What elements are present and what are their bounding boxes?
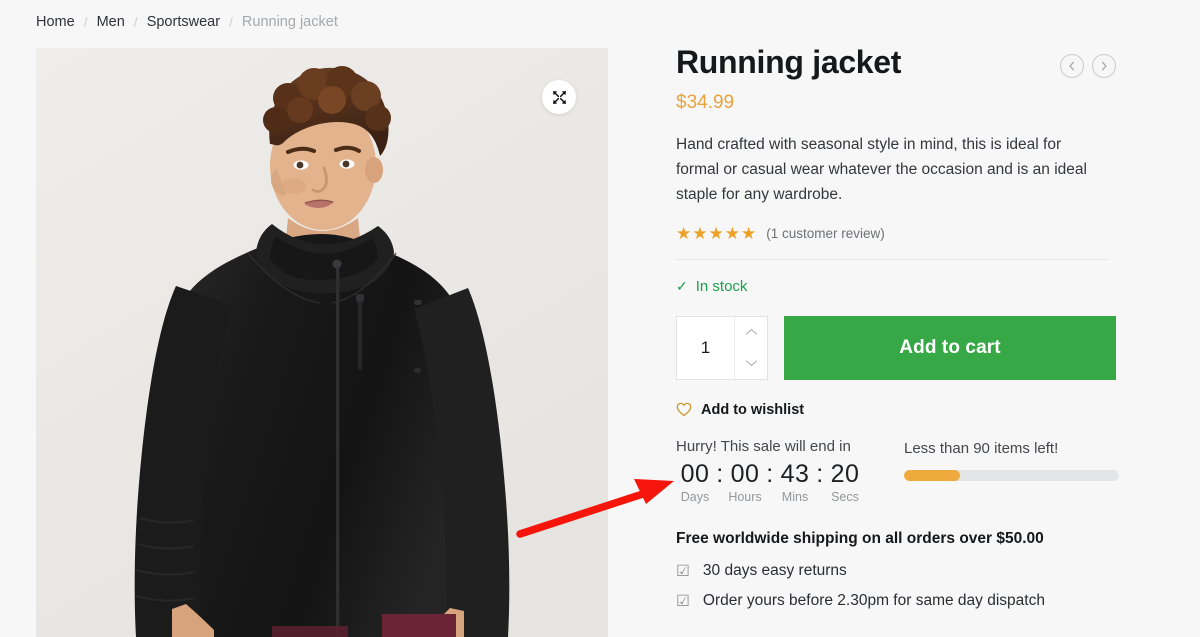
countdown-timer: Hurry! This sale will end in 00 : 00 : 4… bbox=[676, 438, 864, 504]
chevron-right-icon bbox=[1102, 61, 1107, 71]
check-icon: ✓ bbox=[676, 277, 688, 294]
items-left-label: Less than 90 items left! bbox=[904, 439, 1059, 457]
product-photo bbox=[36, 48, 608, 637]
stock-progress-fill bbox=[904, 469, 960, 481]
page-title: Running jacket bbox=[676, 44, 902, 80]
list-item: ☑ Order yours before 2.30pm for same day… bbox=[676, 592, 1116, 611]
checkbox-checked-icon: ☑ bbox=[676, 562, 690, 580]
product-details: Running jacket $34.99 Hand crafted with … bbox=[676, 44, 1119, 611]
add-to-wishlist-label: Add to wishlist bbox=[701, 401, 805, 418]
review-count-link[interactable]: (1 customer review) bbox=[766, 226, 885, 241]
countdown-colon: : bbox=[766, 459, 774, 488]
countdown-days-value: 00 bbox=[680, 459, 710, 488]
chevron-down-icon bbox=[745, 360, 757, 366]
add-to-cart-button[interactable]: Add to cart bbox=[784, 315, 1116, 380]
breadcrumb-separator: / bbox=[133, 14, 138, 30]
breadcrumb: Home / Men / Sportswear / Running jacket bbox=[36, 14, 338, 30]
purchase-row: 1 Add to cart bbox=[676, 315, 1116, 380]
items-left-block: Less than 90 items left! bbox=[904, 438, 1119, 481]
countdown-mins-value: 43 bbox=[780, 459, 810, 488]
rating-row: ★ ★ ★ ★ ★ (1 customer review) bbox=[676, 225, 1116, 242]
chevron-left-icon bbox=[1069, 61, 1074, 71]
stock-progress-bar bbox=[904, 469, 1119, 481]
title-row: Running jacket bbox=[676, 44, 1116, 81]
free-shipping-headline: Free worldwide shipping on all orders ov… bbox=[676, 529, 1044, 547]
product-description: Hand crafted with seasonal style in mind… bbox=[676, 135, 1087, 204]
star-icon: ★ bbox=[724, 223, 740, 243]
perk-label: 30 days easy returns bbox=[702, 562, 847, 580]
stock-status-label: In stock bbox=[695, 277, 748, 295]
breadcrumb-item-home[interactable]: Home bbox=[36, 14, 75, 30]
star-icon: ★ bbox=[708, 223, 724, 243]
star-icon: ★ bbox=[676, 223, 692, 243]
previous-product-button[interactable] bbox=[1060, 54, 1084, 78]
breadcrumb-separator: / bbox=[83, 14, 88, 30]
product-nav-arrows bbox=[1060, 54, 1116, 78]
breadcrumb-item-current: Running jacket bbox=[241, 14, 338, 30]
countdown-mins-label: Mins bbox=[781, 489, 809, 504]
star-icon: ★ bbox=[692, 223, 708, 243]
countdown-hours-label: Hours bbox=[728, 489, 762, 504]
product-price: $34.99 bbox=[676, 91, 735, 113]
sale-ends-label: Hurry! This sale will end in bbox=[676, 437, 851, 455]
quantity-decrease-button[interactable] bbox=[735, 348, 767, 379]
chevron-up-icon bbox=[745, 329, 757, 335]
star-icon: ★ bbox=[741, 223, 757, 243]
countdown-secs-value: 20 bbox=[830, 459, 860, 488]
add-to-wishlist-button[interactable]: Add to wishlist bbox=[676, 402, 1116, 418]
breadcrumb-item-sportswear[interactable]: Sportswear bbox=[147, 14, 220, 30]
next-product-button[interactable] bbox=[1092, 54, 1116, 78]
expand-arrows-icon bbox=[552, 90, 566, 104]
model-illustration bbox=[36, 48, 608, 637]
countdown-colon: : bbox=[716, 459, 724, 488]
breadcrumb-separator: / bbox=[229, 14, 233, 30]
perks-list: ☑ 30 days easy returns ☑ Order yours bef… bbox=[676, 562, 1116, 611]
quantity-input[interactable]: 1 bbox=[677, 317, 734, 379]
countdown-hours-value: 00 bbox=[730, 459, 760, 488]
product-gallery[interactable] bbox=[36, 48, 608, 637]
countdown-days-label: Days bbox=[680, 489, 710, 504]
countdown-digits: 00 : 00 : 43 : 20 bbox=[676, 460, 864, 489]
list-item: ☑ 30 days easy returns bbox=[676, 562, 1116, 581]
star-rating[interactable]: ★ ★ ★ ★ ★ bbox=[676, 225, 756, 242]
perk-label: Order yours before 2.30pm for same day d… bbox=[702, 592, 1045, 610]
countdown-colon: : bbox=[816, 459, 824, 488]
urgency-block: Hurry! This sale will end in 00 : 00 : 4… bbox=[676, 438, 1119, 504]
details-divider bbox=[676, 258, 1108, 260]
countdown-labels: Days Hours Mins Secs bbox=[676, 490, 864, 504]
breadcrumb-item-men[interactable]: Men bbox=[97, 14, 125, 30]
quantity-increase-button[interactable] bbox=[735, 317, 767, 348]
stock-status: ✓ In stock bbox=[676, 278, 1116, 295]
quantity-stepper-buttons bbox=[734, 316, 767, 379]
expand-image-button[interactable] bbox=[542, 80, 576, 114]
product-detail-page: Home / Men / Sportswear / Running jacket bbox=[0, 0, 1200, 637]
checkbox-checked-icon: ☑ bbox=[676, 592, 690, 610]
countdown-secs-label: Secs bbox=[831, 489, 859, 504]
quantity-stepper[interactable]: 1 bbox=[676, 315, 768, 380]
heart-outline-icon bbox=[676, 402, 692, 417]
